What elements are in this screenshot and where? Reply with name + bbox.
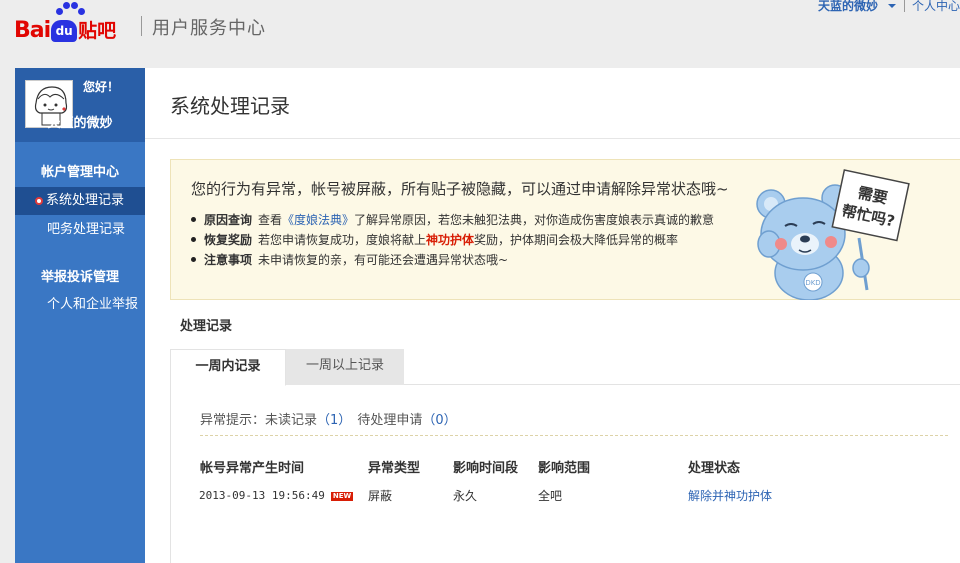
- sidebar-item-system-records[interactable]: 系统处理记录: [15, 187, 145, 215]
- column-header-status: 处理状态: [688, 461, 741, 476]
- hint-prefix: 异常提示：: [200, 413, 266, 428]
- column-header-scope: 影响范围: [538, 461, 591, 476]
- main-content: 系统处理记录 您的行为有异常，帐号被屏蔽，所有贴子被隐藏，可以通过申请解除异常状…: [145, 68, 960, 563]
- record-time-cell: 2013-09-13 19:56:49 NEW: [199, 489, 354, 502]
- sidebar-user-panel: 您好！ 天蓝的微妙: [15, 68, 145, 142]
- column-header-time: 帐号异常产生时间: [200, 461, 305, 476]
- tab-within-week[interactable]: 一周内记录: [170, 349, 286, 386]
- sidebar-item-bar-records[interactable]: 吧务处理记录: [15, 216, 145, 244]
- dashed-divider: [200, 435, 948, 436]
- logo-text-bai: Bai: [14, 18, 51, 43]
- baidu-tieba-logo[interactable]: Bai du 贴吧: [14, 2, 117, 44]
- notice-key: 原因查询: [204, 213, 253, 227]
- notice-text: 未申请恢复的亲，有可能还会遭遇异常状态哦~: [258, 253, 509, 267]
- bullet-icon: [191, 237, 196, 242]
- column-header-duration: 影响时间段: [453, 461, 519, 476]
- bullet-icon: [191, 217, 196, 222]
- notice-list: 原因查询 查看《度娘法典》了解异常原因，若您未触犯法典，对你造成伤害度娘表示真诚的…: [191, 210, 714, 270]
- abnormal-hint: 异常提示：未读记录（1） 待处理申请（0）: [200, 409, 457, 428]
- notice-headline: 您的行为有异常，帐号被屏蔽，所有贴子被隐藏，可以通过申请解除异常状态哦~: [191, 180, 729, 198]
- notice-key: 恢复奖励: [204, 233, 253, 247]
- notice-item-reason: 原因查询 查看《度娘法典》了解异常原因，若您未触犯法典，对你造成伤害度娘表示真诚的…: [191, 210, 714, 230]
- column-header-type: 异常类型: [368, 461, 421, 476]
- pending-count: （0）: [422, 413, 457, 428]
- top-divider: [904, 0, 905, 12]
- record-scope: 全吧: [538, 489, 563, 503]
- record-duration: 永久: [453, 489, 478, 503]
- notice-item-caution: 注意事项 未申请恢复的亲，有可能还会遭遇异常状态哦~: [191, 250, 714, 270]
- sidebar-section-report: 举报投诉管理: [40, 270, 119, 285]
- active-dot-icon: [35, 197, 43, 205]
- header-divider: [141, 16, 142, 36]
- unread-count: （1）: [317, 413, 352, 428]
- bear-badge: DKD: [805, 279, 820, 287]
- new-badge: NEW: [330, 492, 354, 501]
- records-section-label: 处理记录: [180, 319, 233, 334]
- notice-item-reward: 恢复奖励 若您申请恢复成功，度娘将献上神功护体奖励，护体期间会极大降低异常的概率: [191, 230, 714, 250]
- notice-text: 了解异常原因，若您未触犯法典，对你造成伤害度娘表示真诚的歉意: [354, 213, 715, 227]
- sidebar-username[interactable]: 天蓝的微妙: [15, 112, 145, 131]
- chevron-down-icon[interactable]: [888, 4, 896, 8]
- sidebar: 您好！ 天蓝的微妙 帐户管理中心 系统处理记录 吧务处理记录 举报投诉管理 个人…: [15, 68, 145, 563]
- sidebar-item-personal-enterprise-report[interactable]: 个人和企业举报: [15, 291, 145, 319]
- pending-requests-label[interactable]: 待处理申请: [357, 413, 422, 428]
- help-bear-mascot-icon[interactable]: DKD 需要 帮忙吗?: [751, 168, 921, 300]
- reward-highlight: 神功护体: [426, 233, 475, 247]
- paw-icon: [52, 0, 86, 18]
- header-title: 用户服务中心: [152, 18, 266, 39]
- greeting-text: 您好！: [83, 80, 120, 94]
- bullet-icon: [191, 257, 196, 262]
- notice-text: 查看: [258, 213, 283, 227]
- notice-key: 注意事项: [204, 253, 253, 267]
- sidebar-section-account: 帐户管理中心: [40, 165, 119, 180]
- law-book-link[interactable]: 《度娘法典》: [282, 213, 354, 227]
- divider: [145, 138, 960, 139]
- record-time: 2013-09-13 19:56:49: [199, 489, 325, 502]
- notice-text: 若您申请恢复成功，度娘将献上: [258, 233, 427, 247]
- top-header: Bai du 贴吧 用户服务中心 天蓝的微妙 个人中心: [0, 0, 960, 68]
- unread-records-label[interactable]: 未读记录: [265, 413, 317, 428]
- abnormal-notice-box: 您的行为有异常，帐号被屏蔽，所有贴子被隐藏，可以通过申请解除异常状态哦~ 原因查…: [170, 159, 960, 300]
- user-menu-link[interactable]: 天蓝的微妙: [818, 0, 878, 14]
- notice-text: 奖励，护体期间会极大降低异常的概率: [474, 233, 679, 247]
- records-panel: 异常提示：未读记录（1） 待处理申请（0） 帐号异常产生时间 异常类型 影响时间段…: [170, 385, 960, 563]
- record-type: 屏蔽: [368, 489, 393, 503]
- unblock-protection-link[interactable]: 解除并神功护体: [688, 487, 772, 504]
- tab-over-week[interactable]: 一周以上记录: [286, 349, 404, 385]
- records-tabs: 一周内记录 一周以上记录: [170, 349, 960, 386]
- personal-center-link[interactable]: 个人中心: [912, 0, 960, 14]
- sidebar-item-label: 系统处理记录: [46, 193, 125, 208]
- logo-paw-du: du: [51, 20, 78, 42]
- page-title: 系统处理记录: [170, 94, 290, 118]
- logo-text-tieba: 贴吧: [78, 20, 117, 42]
